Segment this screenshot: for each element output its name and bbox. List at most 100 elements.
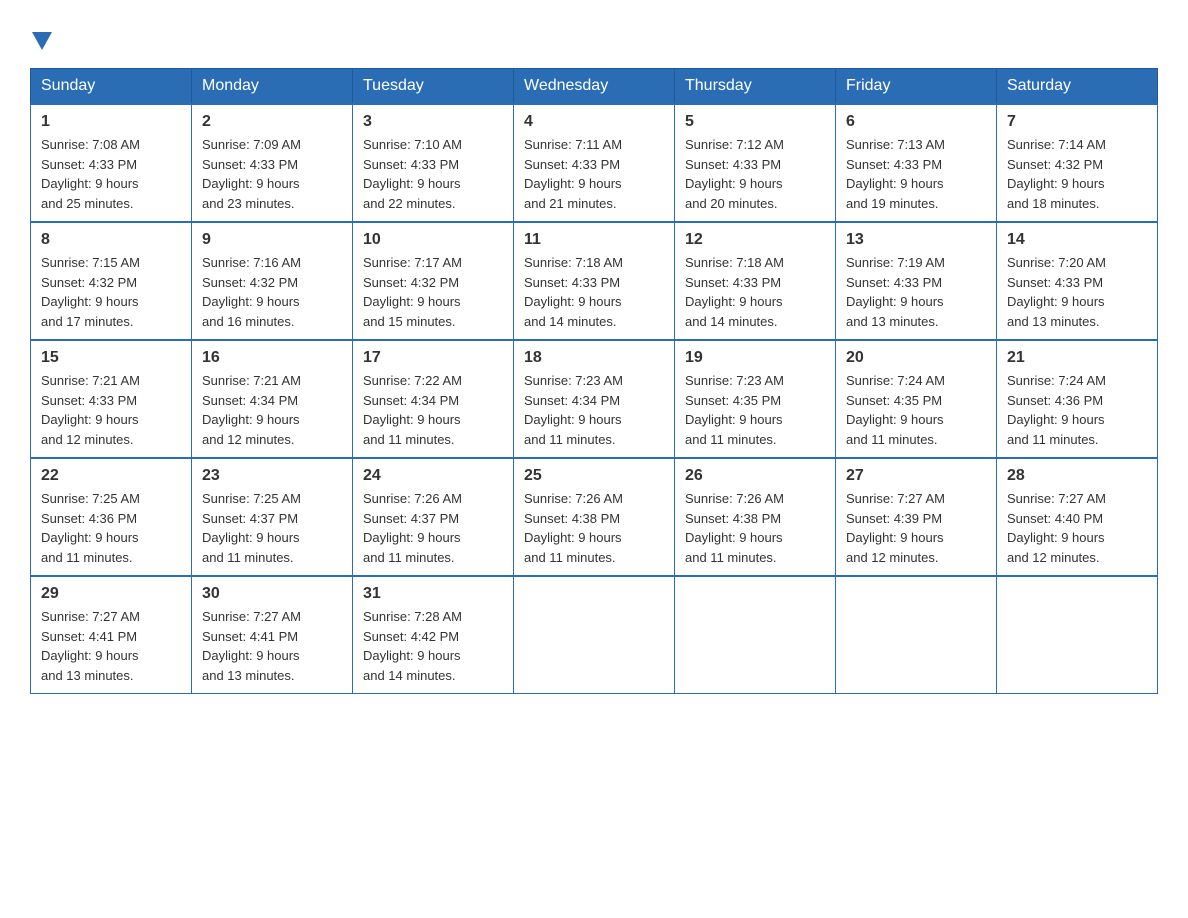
calendar-cell [675, 576, 836, 694]
day-number: 1 [41, 113, 181, 131]
calendar-cell: 14 Sunrise: 7:20 AMSunset: 4:33 PMDayligh… [997, 222, 1158, 340]
day-number: 21 [1007, 349, 1147, 367]
day-number: 18 [524, 349, 664, 367]
day-info: Sunrise: 7:09 AMSunset: 4:33 PMDaylight:… [202, 135, 342, 213]
day-number: 26 [685, 467, 825, 485]
day-number: 6 [846, 113, 986, 131]
logo-triangle-icon [32, 32, 52, 50]
calendar-cell: 22 Sunrise: 7:25 AMSunset: 4:36 PMDayligh… [31, 458, 192, 576]
calendar-cell: 18 Sunrise: 7:23 AMSunset: 4:34 PMDayligh… [514, 340, 675, 458]
day-info: Sunrise: 7:27 AMSunset: 4:41 PMDaylight:… [41, 607, 181, 685]
calendar-cell: 26 Sunrise: 7:26 AMSunset: 4:38 PMDayligh… [675, 458, 836, 576]
day-info: Sunrise: 7:21 AMSunset: 4:34 PMDaylight:… [202, 371, 342, 449]
weekday-header-monday: Monday [192, 69, 353, 105]
calendar-cell: 12 Sunrise: 7:18 AMSunset: 4:33 PMDayligh… [675, 222, 836, 340]
calendar-cell: 17 Sunrise: 7:22 AMSunset: 4:34 PMDayligh… [353, 340, 514, 458]
day-number: 29 [41, 585, 181, 603]
calendar-week-row: 1 Sunrise: 7:08 AMSunset: 4:33 PMDaylight… [31, 104, 1158, 222]
calendar-cell: 28 Sunrise: 7:27 AMSunset: 4:40 PMDayligh… [997, 458, 1158, 576]
day-info: Sunrise: 7:28 AMSunset: 4:42 PMDaylight:… [363, 607, 503, 685]
day-info: Sunrise: 7:16 AMSunset: 4:32 PMDaylight:… [202, 253, 342, 331]
day-info: Sunrise: 7:08 AMSunset: 4:33 PMDaylight:… [41, 135, 181, 213]
calendar-cell: 25 Sunrise: 7:26 AMSunset: 4:38 PMDayligh… [514, 458, 675, 576]
weekday-header-sunday: Sunday [31, 69, 192, 105]
day-info: Sunrise: 7:10 AMSunset: 4:33 PMDaylight:… [363, 135, 503, 213]
calendar-cell: 29 Sunrise: 7:27 AMSunset: 4:41 PMDayligh… [31, 576, 192, 694]
day-number: 27 [846, 467, 986, 485]
day-info: Sunrise: 7:19 AMSunset: 4:33 PMDaylight:… [846, 253, 986, 331]
day-info: Sunrise: 7:21 AMSunset: 4:33 PMDaylight:… [41, 371, 181, 449]
calendar-cell: 8Sunrise: 7:15 AMSunset: 4:32 PMDaylight… [31, 222, 192, 340]
day-number: 14 [1007, 231, 1147, 249]
day-number: 22 [41, 467, 181, 485]
calendar-week-row: 22 Sunrise: 7:25 AMSunset: 4:36 PMDayligh… [31, 458, 1158, 576]
day-info: Sunrise: 7:24 AMSunset: 4:35 PMDaylight:… [846, 371, 986, 449]
calendar-cell: 4Sunrise: 7:11 AMSunset: 4:33 PMDaylight… [514, 104, 675, 222]
day-number: 3 [363, 113, 503, 131]
day-number: 25 [524, 467, 664, 485]
calendar-cell: 20 Sunrise: 7:24 AMSunset: 4:35 PMDayligh… [836, 340, 997, 458]
calendar-cell: 30 Sunrise: 7:27 AMSunset: 4:41 PMDayligh… [192, 576, 353, 694]
weekday-header-friday: Friday [836, 69, 997, 105]
day-info: Sunrise: 7:27 AMSunset: 4:41 PMDaylight:… [202, 607, 342, 685]
calendar-cell: 21 Sunrise: 7:24 AMSunset: 4:36 PMDayligh… [997, 340, 1158, 458]
calendar-week-row: 8Sunrise: 7:15 AMSunset: 4:32 PMDaylight… [31, 222, 1158, 340]
day-number: 17 [363, 349, 503, 367]
calendar-cell: 6 Sunrise: 7:13 AMSunset: 4:33 PMDaylight… [836, 104, 997, 222]
calendar-cell [997, 576, 1158, 694]
calendar-cell: 13Sunrise: 7:19 AMSunset: 4:33 PMDayligh… [836, 222, 997, 340]
day-info: Sunrise: 7:26 AMSunset: 4:38 PMDaylight:… [524, 489, 664, 567]
calendar-cell: 11 Sunrise: 7:18 AMSunset: 4:33 PMDayligh… [514, 222, 675, 340]
day-number: 23 [202, 467, 342, 485]
day-number: 2 [202, 113, 342, 131]
day-info: Sunrise: 7:26 AMSunset: 4:38 PMDaylight:… [685, 489, 825, 567]
day-number: 20 [846, 349, 986, 367]
day-number: 10 [363, 231, 503, 249]
day-info: Sunrise: 7:23 AMSunset: 4:35 PMDaylight:… [685, 371, 825, 449]
calendar-cell: 19 Sunrise: 7:23 AMSunset: 4:35 PMDayligh… [675, 340, 836, 458]
day-number: 9 [202, 231, 342, 249]
calendar-week-row: 29 Sunrise: 7:27 AMSunset: 4:41 PMDayligh… [31, 576, 1158, 694]
calendar-cell: 3 Sunrise: 7:10 AMSunset: 4:33 PMDaylight… [353, 104, 514, 222]
day-info: Sunrise: 7:26 AMSunset: 4:37 PMDaylight:… [363, 489, 503, 567]
page-header [30, 20, 1158, 50]
day-info: Sunrise: 7:27 AMSunset: 4:40 PMDaylight:… [1007, 489, 1147, 567]
calendar-cell [514, 576, 675, 694]
day-number: 31 [363, 585, 503, 603]
day-info: Sunrise: 7:18 AMSunset: 4:33 PMDaylight:… [524, 253, 664, 331]
calendar-cell: 24 Sunrise: 7:26 AMSunset: 4:37 PMDayligh… [353, 458, 514, 576]
day-number: 30 [202, 585, 342, 603]
calendar-cell [836, 576, 997, 694]
day-info: Sunrise: 7:18 AMSunset: 4:33 PMDaylight:… [685, 253, 825, 331]
calendar-cell: 2 Sunrise: 7:09 AMSunset: 4:33 PMDaylight… [192, 104, 353, 222]
calendar-table: SundayMondayTuesdayWednesdayThursdayFrid… [30, 68, 1158, 694]
day-info: Sunrise: 7:24 AMSunset: 4:36 PMDaylight:… [1007, 371, 1147, 449]
weekday-header-saturday: Saturday [997, 69, 1158, 105]
calendar-cell: 1 Sunrise: 7:08 AMSunset: 4:33 PMDaylight… [31, 104, 192, 222]
day-number: 11 [524, 231, 664, 249]
day-number: 16 [202, 349, 342, 367]
day-number: 4 [524, 113, 664, 131]
weekday-header-wednesday: Wednesday [514, 69, 675, 105]
day-number: 12 [685, 231, 825, 249]
day-info: Sunrise: 7:27 AMSunset: 4:39 PMDaylight:… [846, 489, 986, 567]
day-info: Sunrise: 7:22 AMSunset: 4:34 PMDaylight:… [363, 371, 503, 449]
weekday-header-row: SundayMondayTuesdayWednesdayThursdayFrid… [31, 69, 1158, 105]
weekday-header-thursday: Thursday [675, 69, 836, 105]
day-info: Sunrise: 7:23 AMSunset: 4:34 PMDaylight:… [524, 371, 664, 449]
calendar-cell: 9 Sunrise: 7:16 AMSunset: 4:32 PMDaylight… [192, 222, 353, 340]
calendar-cell: 16 Sunrise: 7:21 AMSunset: 4:34 PMDayligh… [192, 340, 353, 458]
day-number: 19 [685, 349, 825, 367]
day-info: Sunrise: 7:25 AMSunset: 4:36 PMDaylight:… [41, 489, 181, 567]
day-info: Sunrise: 7:25 AMSunset: 4:37 PMDaylight:… [202, 489, 342, 567]
day-info: Sunrise: 7:20 AMSunset: 4:33 PMDaylight:… [1007, 253, 1147, 331]
day-info: Sunrise: 7:13 AMSunset: 4:33 PMDaylight:… [846, 135, 986, 213]
day-number: 28 [1007, 467, 1147, 485]
calendar-cell: 27 Sunrise: 7:27 AMSunset: 4:39 PMDayligh… [836, 458, 997, 576]
day-number: 24 [363, 467, 503, 485]
day-info: Sunrise: 7:12 AMSunset: 4:33 PMDaylight:… [685, 135, 825, 213]
calendar-cell: 7Sunrise: 7:14 AMSunset: 4:32 PMDaylight… [997, 104, 1158, 222]
day-info: Sunrise: 7:15 AMSunset: 4:32 PMDaylight:… [41, 253, 181, 331]
calendar-cell: 31 Sunrise: 7:28 AMSunset: 4:42 PMDayligh… [353, 576, 514, 694]
calendar-cell: 15Sunrise: 7:21 AMSunset: 4:33 PMDayligh… [31, 340, 192, 458]
